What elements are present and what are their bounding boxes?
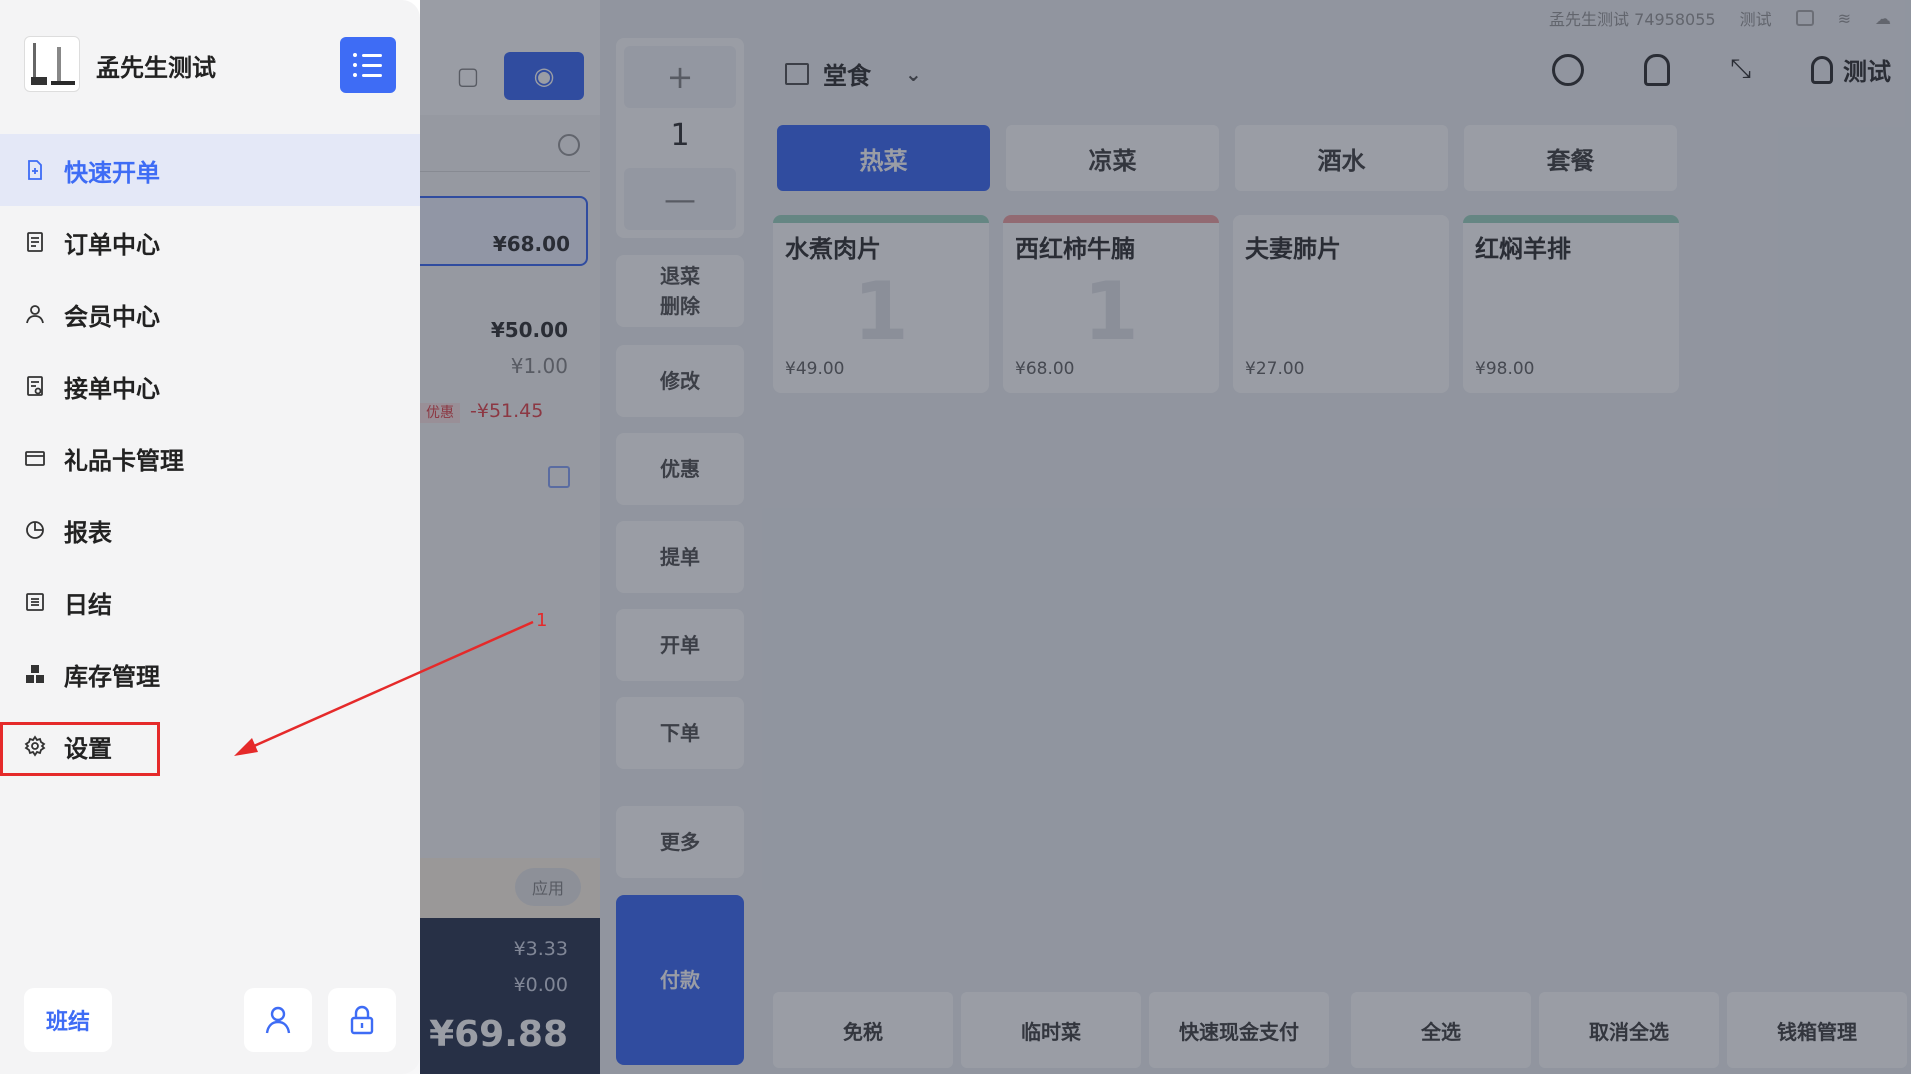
shift-close-button[interactable]: 班结 <box>24 988 112 1052</box>
nav-item-quick-order[interactable]: 快速开单 <box>0 134 420 206</box>
inventory-icon <box>24 663 46 685</box>
nav-item-label: 礼品卡管理 <box>64 446 184 475</box>
store-logo <box>24 36 80 92</box>
daily-close-icon <box>24 591 46 613</box>
lock-icon[interactable] <box>328 988 396 1052</box>
drawer-backdrop[interactable] <box>420 0 1911 1074</box>
nav-item-daily-close[interactable]: 日结 <box>0 566 420 638</box>
menu-toggle-button[interactable] <box>340 37 396 93</box>
nav-item-order-center[interactable]: 订单中心 <box>0 206 420 278</box>
nav-item-label: 订单中心 <box>64 230 160 259</box>
receive-order-icon <box>24 375 46 397</box>
nav-item-inventory[interactable]: 库存管理 <box>0 638 420 710</box>
user-icon[interactable] <box>244 988 312 1052</box>
drawer-header: 孟先生测试 <box>0 0 420 135</box>
member-icon <box>24 303 46 325</box>
nav-item-label: 快速开单 <box>64 158 160 187</box>
drawer-footer: 班结 <box>0 988 420 1054</box>
pie-chart-icon <box>24 519 46 541</box>
new-order-icon <box>24 159 46 181</box>
side-drawer: 孟先生测试 快速开单 订单中心 会员中心 接单中心 礼品卡管理 报表 日结 库存… <box>0 0 420 1074</box>
nav-item-label: 接单中心 <box>64 374 160 403</box>
nav-item-label: 库存管理 <box>64 662 160 691</box>
nav-item-receive-orders[interactable]: 接单中心 <box>0 350 420 422</box>
annotation-number: 1 <box>536 610 548 631</box>
nav-item-member-center[interactable]: 会员中心 <box>0 278 420 350</box>
nav-item-reports[interactable]: 报表 <box>0 494 420 566</box>
nav-item-label: 报表 <box>64 518 112 547</box>
gift-card-icon <box>24 447 46 469</box>
drawer-nav: 快速开单 订单中心 会员中心 接单中心 礼品卡管理 报表 日结 库存管理 设置 <box>0 134 420 782</box>
nav-item-gift-card[interactable]: 礼品卡管理 <box>0 422 420 494</box>
nav-item-label: 会员中心 <box>64 302 160 331</box>
order-list-icon <box>24 231 46 253</box>
annotation-highlight-box <box>0 722 160 776</box>
nav-item-label: 日结 <box>64 590 112 619</box>
store-name: 孟先生测试 <box>96 54 216 82</box>
